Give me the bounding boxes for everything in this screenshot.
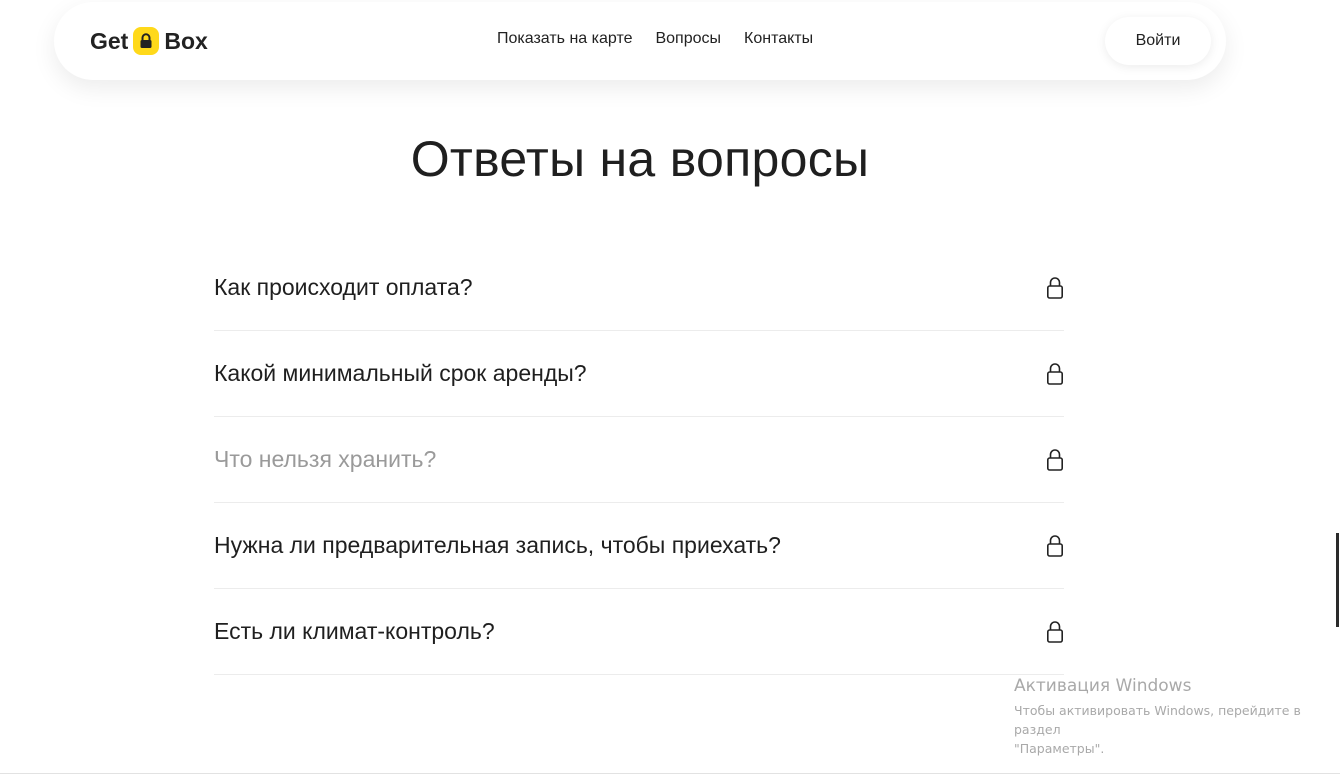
- nav-link-faq[interactable]: Вопросы: [655, 30, 721, 48]
- lock-icon: [1046, 276, 1064, 300]
- windows-activation-watermark: Активация Windows Чтобы активировать Win…: [1014, 676, 1340, 758]
- logo-text-get: Get: [90, 27, 129, 54]
- faq-item[interactable]: Есть ли климат-контроль?: [214, 589, 1064, 675]
- lock-icon: [1046, 620, 1064, 644]
- page: Get Box Показать на карте Вопросы Контак…: [0, 0, 1340, 777]
- faq-item[interactable]: Какой минимальный срок аренды?: [214, 331, 1064, 417]
- site-header: Get Box Показать на карте Вопросы Контак…: [54, 2, 1226, 80]
- faq-item[interactable]: Что нельзя хранить?: [214, 417, 1064, 503]
- faq-list: Как происходит оплата? Какой минимальный…: [214, 245, 1064, 675]
- page-title: Ответы на вопросы: [410, 131, 870, 187]
- login-button[interactable]: Войти: [1105, 17, 1211, 65]
- divider: [0, 773, 1340, 774]
- lock-icon: [1046, 448, 1064, 472]
- faq-question: Нужна ли предварительная запись, чтобы п…: [214, 532, 781, 558]
- logo-text-box: Box: [164, 27, 208, 54]
- faq-item[interactable]: Как происходит оплата?: [214, 245, 1064, 331]
- watermark-title: Активация Windows: [1014, 676, 1192, 696]
- faq-question: Как происходит оплата?: [214, 274, 473, 300]
- faq-item[interactable]: Нужна ли предварительная запись, чтобы п…: [214, 503, 1064, 589]
- main-nav: Показать на карте Вопросы Контакты: [497, 30, 813, 48]
- nav-link-map[interactable]: Показать на карте: [497, 30, 632, 48]
- logo[interactable]: Get Box: [90, 26, 208, 56]
- lock-icon: [133, 27, 160, 55]
- faq-question: Есть ли климат-контроль?: [214, 618, 495, 644]
- faq-question: Какой минимальный срок аренды?: [214, 360, 587, 386]
- nav-link-contacts[interactable]: Контакты: [744, 30, 813, 48]
- lock-icon: [1046, 534, 1064, 558]
- scrollbar-thumb[interactable]: [1336, 533, 1339, 627]
- watermark-line-1: Чтобы активировать Windows, перейдите в …: [1014, 703, 1301, 737]
- lock-icon: [1046, 362, 1064, 386]
- watermark-line-2: "Параметры".: [1014, 741, 1105, 756]
- faq-question: Что нельзя хранить?: [214, 446, 437, 472]
